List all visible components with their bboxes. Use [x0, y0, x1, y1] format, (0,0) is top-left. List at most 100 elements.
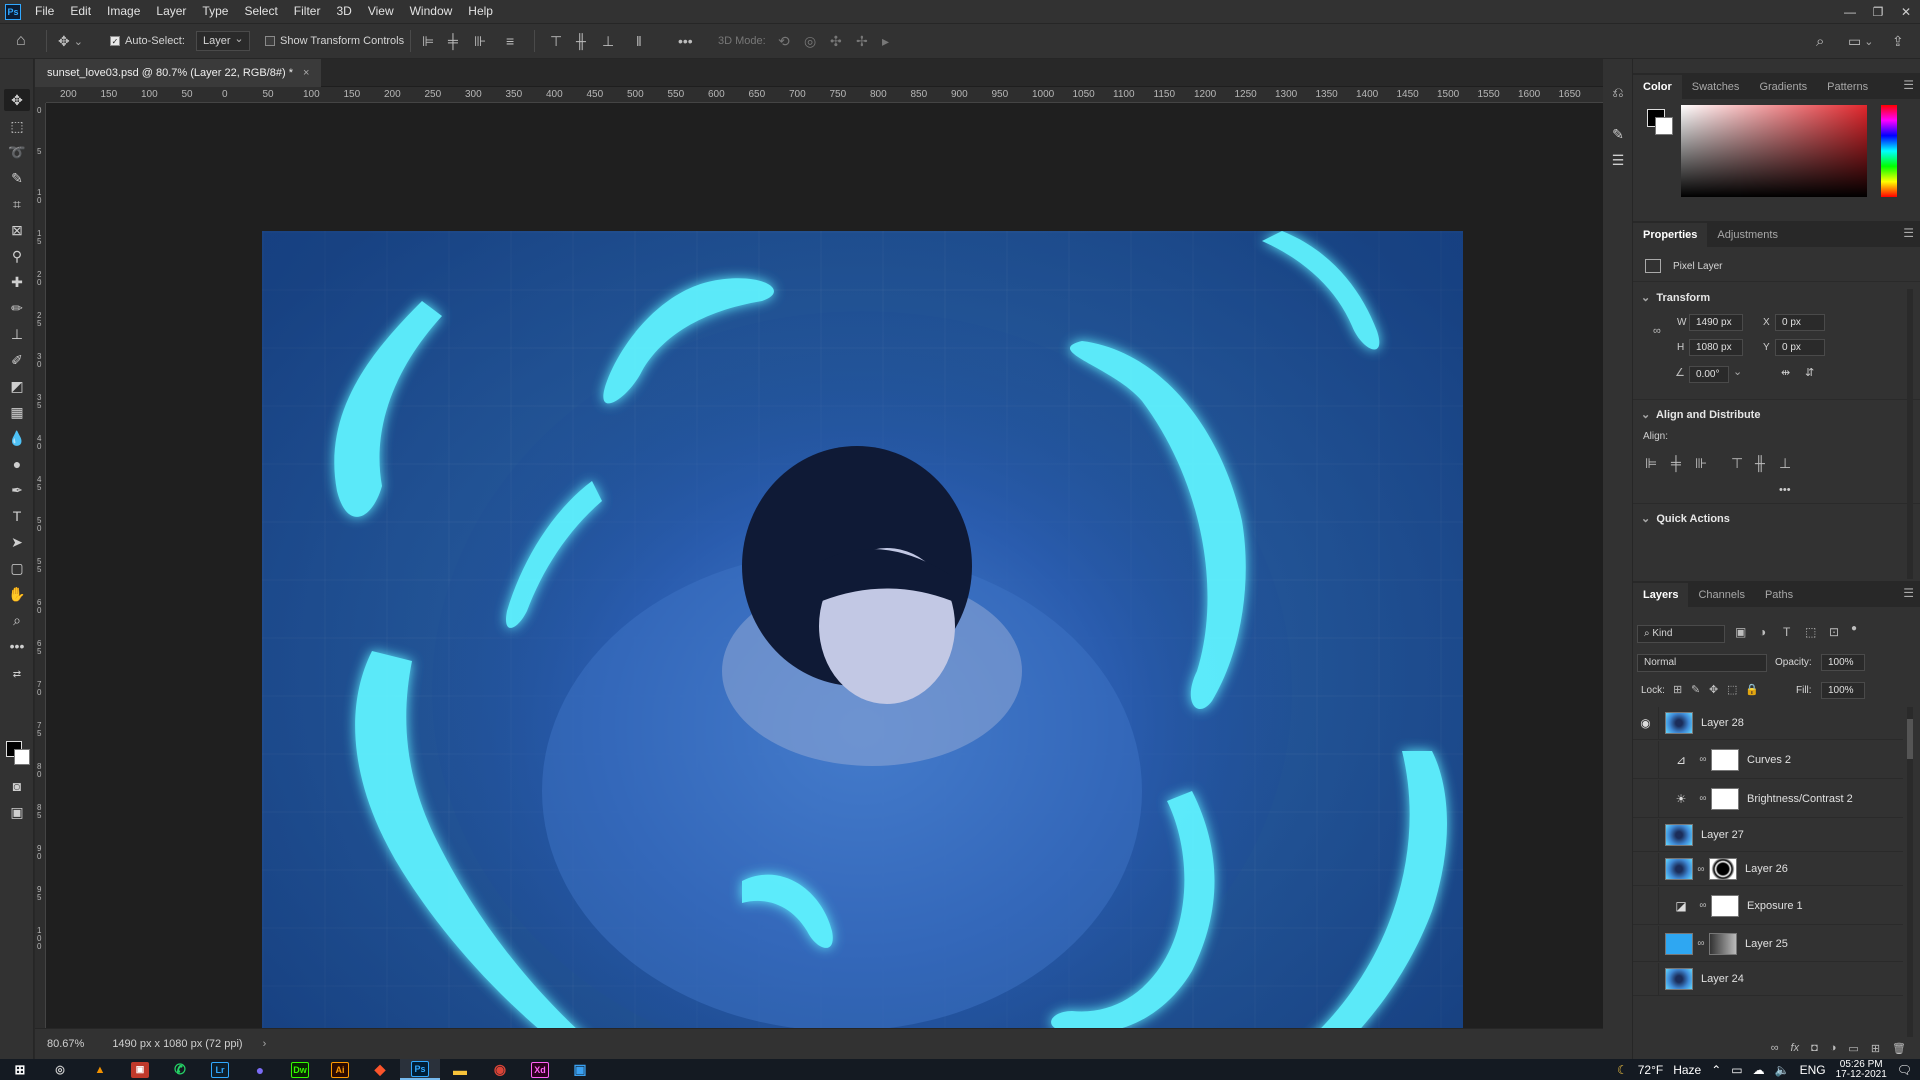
- menu-file[interactable]: File: [27, 0, 62, 23]
- default-colors-icon[interactable]: ⇄: [4, 663, 30, 685]
- visibility-toggle[interactable]: ◉: [1633, 925, 1659, 962]
- weather-icon[interactable]: ☾: [1617, 1063, 1628, 1077]
- home-icon[interactable]: ⌂: [16, 24, 26, 58]
- lightroom-icon[interactable]: Lr: [200, 1059, 240, 1080]
- edit-toolbar-icon[interactable]: •••: [4, 635, 30, 657]
- healing-brush-tool-icon[interactable]: ✚: [4, 271, 30, 293]
- start-icon[interactable]: ⊞: [0, 1059, 40, 1080]
- panel-menu-icon[interactable]: ☰: [1903, 586, 1914, 600]
- vertical-ruler[interactable]: 0 5 1 0 1 5 2 0 2 5 3 0 3 5 4 0 4 5 5 0 5 5 6 0 6 5 7 …: [35, 103, 46, 1028]
- menu-type[interactable]: Type: [194, 0, 236, 23]
- dreamweaver-icon[interactable]: Dw: [280, 1059, 320, 1080]
- menu-window[interactable]: Window: [402, 0, 461, 23]
- quick-actions-header[interactable]: ⌄ Quick Actions: [1641, 512, 1730, 525]
- panel-menu-icon[interactable]: ☰: [1903, 78, 1914, 92]
- distribute-vertical-icon[interactable]: ‖: [636, 24, 642, 58]
- crop-tool-icon[interactable]: ⌗: [4, 193, 30, 215]
- weather-desc[interactable]: Haze: [1673, 1063, 1701, 1077]
- onedrive-icon[interactable]: ☁: [1753, 1063, 1765, 1077]
- align-section-header[interactable]: ⌄ Align and Distribute: [1641, 408, 1760, 421]
- whatsapp-icon[interactable]: ✆: [160, 1059, 200, 1080]
- discord-icon[interactable]: ●: [240, 1059, 280, 1080]
- menu-image[interactable]: Image: [99, 0, 148, 23]
- align-bottom-icon[interactable]: ⊥: [1779, 455, 1791, 472]
- brush-settings-icon[interactable]: ✎: [1605, 123, 1631, 145]
- align-left-icon[interactable]: ⊫: [1645, 455, 1657, 472]
- document-canvas-image[interactable]: [262, 231, 1463, 1028]
- status-menu-arrow[interactable]: ›: [263, 1038, 267, 1050]
- flip-vertical-icon[interactable]: ⇵: [1805, 366, 1814, 379]
- notifications-icon[interactable]: 🗨: [1897, 1063, 1912, 1077]
- scrollbar-thumb[interactable]: [1907, 719, 1913, 759]
- width-field[interactable]: 1490 px: [1689, 314, 1743, 331]
- transform-section-header[interactable]: ⌄ Transform: [1641, 291, 1710, 304]
- align-horizontal-centers-icon[interactable]: ╪: [448, 24, 458, 58]
- show-hidden-icons[interactable]: ⌃: [1711, 1063, 1721, 1077]
- file-explorer-icon[interactable]: ▬: [440, 1059, 480, 1080]
- quick-selection-tool-icon[interactable]: ✎: [4, 167, 30, 189]
- brave-icon[interactable]: ◆: [360, 1059, 400, 1080]
- document-tab[interactable]: sunset_love03.psd @ 80.7% (Layer 22, RGB…: [35, 59, 322, 87]
- color-panel-background[interactable]: [1655, 117, 1673, 135]
- visibility-toggle[interactable]: ◉: [1633, 779, 1659, 818]
- menu-layer[interactable]: Layer: [148, 0, 194, 23]
- align-bottom-edges-icon[interactable]: ⊥: [602, 24, 614, 58]
- tab-gradients[interactable]: Gradients: [1749, 75, 1817, 99]
- more-align-options[interactable]: •••: [1779, 484, 1791, 496]
- align-top-icon[interactable]: ⊤: [1731, 455, 1743, 472]
- menu-help[interactable]: Help: [460, 0, 501, 23]
- tab-layers[interactable]: Layers: [1633, 583, 1689, 607]
- background-color-swatch[interactable]: [14, 749, 30, 765]
- photos-icon[interactable]: ▣: [560, 1059, 600, 1080]
- tab-paths[interactable]: Paths: [1755, 583, 1803, 607]
- layer-row[interactable]: ◉ ∞ Layer 26: [1633, 852, 1903, 886]
- auto-select-checkbox[interactable]: ✓ Auto-Select:: [110, 24, 185, 58]
- panel-menu-icon[interactable]: ☰: [1903, 226, 1914, 240]
- type-tool-icon[interactable]: T: [4, 505, 30, 527]
- close-tab-icon[interactable]: ×: [303, 59, 309, 87]
- vlc-icon[interactable]: ▲: [80, 1059, 120, 1080]
- share-icon[interactable]: ⇪: [1892, 24, 1904, 58]
- link-dimensions-icon[interactable]: ∞: [1653, 325, 1661, 337]
- eyedropper-tool-icon[interactable]: ⚲: [4, 245, 30, 267]
- layer-filter-dropdown[interactable]: ⌕ Kind: [1637, 625, 1725, 643]
- tab-color[interactable]: Color: [1633, 75, 1682, 99]
- hue-slider[interactable]: [1881, 105, 1897, 197]
- align-right-edges-icon[interactable]: ⊪: [474, 24, 486, 58]
- align-left-edges-icon[interactable]: ⊫: [422, 24, 434, 58]
- dodge-tool-icon[interactable]: ●: [4, 453, 30, 475]
- filter-adjustment-icon[interactable]: ◑: [1759, 625, 1766, 639]
- zoom-level[interactable]: 80.67%: [47, 1038, 84, 1050]
- y-position-field[interactable]: 0 px: [1775, 339, 1825, 356]
- chrome-icon[interactable]: ◉: [480, 1059, 520, 1080]
- weather-temp[interactable]: 72°F: [1638, 1063, 1663, 1077]
- filter-type-icon[interactable]: T: [1783, 625, 1790, 639]
- filter-toggle-icon[interactable]: ●: [1851, 623, 1857, 634]
- visibility-toggle[interactable]: ◉: [1633, 707, 1659, 740]
- workspace-icon[interactable]: ▭ ⌄: [1848, 24, 1873, 58]
- align-middle-icon[interactable]: ╫: [1755, 455, 1765, 471]
- align-center-icon[interactable]: ╪: [1671, 455, 1681, 471]
- quick-mask-icon[interactable]: ◙: [4, 775, 30, 797]
- clock[interactable]: 05:26 PM 17-12-2021: [1836, 1059, 1887, 1080]
- layer-row[interactable]: ◉ ∞ Layer 25: [1633, 925, 1903, 962]
- obs-icon[interactable]: ◎: [40, 1059, 80, 1080]
- search-icon[interactable]: ⌕: [1816, 24, 1824, 58]
- photoshop-taskbar-icon[interactable]: Ps: [400, 1059, 440, 1080]
- layers-scrollbar[interactable]: [1907, 707, 1913, 1037]
- mask-link-icon[interactable]: ∞: [1696, 864, 1706, 875]
- menu-3d[interactable]: 3D: [328, 0, 359, 23]
- menu-edit[interactable]: Edit: [62, 0, 99, 23]
- menu-select[interactable]: Select: [236, 0, 285, 23]
- zoom-tool-icon[interactable]: ⌕: [4, 609, 30, 631]
- angle-dropdown-icon[interactable]: ⌄: [1733, 365, 1742, 378]
- tab-properties[interactable]: Properties: [1633, 223, 1708, 247]
- horizontal-ruler[interactable]: 200 150 100 50 0 50 100 150 200 250 300 350 400 450 50…: [46, 87, 1603, 103]
- color-picker-field[interactable]: [1681, 105, 1867, 197]
- new-adjustment-icon[interactable]: ◑: [1830, 1042, 1837, 1054]
- properties-scrollbar[interactable]: [1907, 289, 1913, 579]
- align-top-edges-icon[interactable]: ⊤: [550, 24, 562, 58]
- language-indicator[interactable]: ENG: [1800, 1063, 1826, 1077]
- move-tool-icon[interactable]: ✥: [4, 89, 30, 111]
- height-field[interactable]: 1080 px: [1689, 339, 1743, 356]
